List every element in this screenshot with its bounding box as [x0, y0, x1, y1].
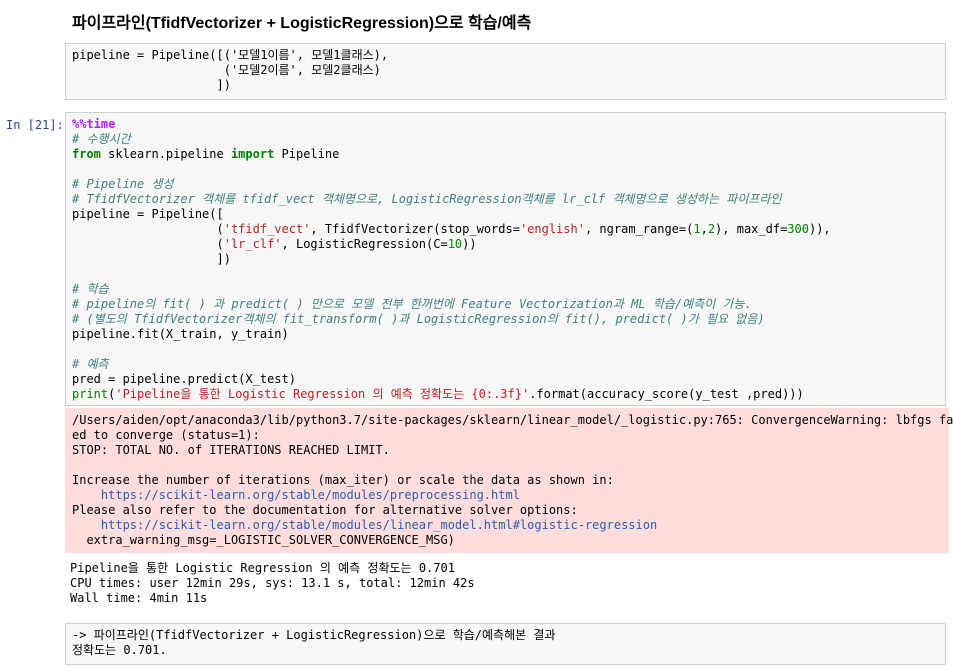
stderr-line: Increase the number of iterations (max_i… — [72, 473, 614, 487]
stderr-line: extra_warning_msg=_LOGISTIC_SOLVER_CONVE… — [72, 533, 455, 547]
code-comment: # (별도의 TfidfVectorizer객체의 fit_transform(… — [72, 312, 765, 326]
stderr-output: /Users/aiden/opt/anaconda3/lib/python3.7… — [65, 408, 953, 553]
code-line: pipeline = Pipeline([ — [72, 207, 224, 221]
code-comment: # pipeline의 fit( ) 과 predict( ) 만으로 모델 전… — [72, 297, 752, 311]
code-fragment: , — [700, 222, 708, 236]
code-fragment: , LogisticRegression(C= — [281, 237, 448, 251]
code-fragment: , TfidfVectorizer(stop_words= — [310, 222, 520, 236]
stderr-line: STOP: TOTAL NO. of ITERATIONS REACHED LI… — [72, 443, 390, 457]
code-comment: # Pipeline 생성 — [72, 177, 174, 191]
stdout-line: Wall time: 4min 11s — [70, 591, 208, 605]
code-comment: # 예측 — [72, 357, 109, 371]
code-cell-input[interactable]: %%time # 수행시간 from sklearn.pipeline impo… — [65, 112, 946, 406]
note-line: 정확도는 0.701. — [72, 643, 167, 657]
cell-prompt: In [21]: — [6, 118, 64, 132]
code-fragment: , ngram_range=( — [584, 222, 694, 236]
code-line: pipeline = Pipeline([('모델1이름', 모델1클래스), — [72, 48, 389, 62]
string-literal: 'Pipeline을 통한 Logistic Regression 의 예측 정… — [115, 387, 530, 401]
code-line: ]) — [72, 78, 231, 92]
note-code-block[interactable]: -> 파이프라인(TfidfVectorizer + LogisticRegre… — [65, 623, 946, 665]
keyword-import: import — [230, 147, 275, 161]
code-comment: # TfidfVectorizer 객체를 tfidf_vect 객체명으로, … — [72, 192, 782, 206]
magic-command: %%time — [72, 117, 116, 131]
code-fragment: .format(accuracy_score(y_test ,pred))) — [529, 387, 804, 401]
number-literal: 10 — [447, 237, 463, 251]
code-line: ('모델2이름', 모델2클래스) — [72, 63, 381, 77]
note-line: -> 파이프라인(TfidfVectorizer + LogisticRegre… — [72, 628, 556, 642]
docs-link-logistic-regression[interactable]: https://scikit-learn.org/stable/modules/… — [101, 518, 657, 532]
string-literal: 'tfidf_vect' — [223, 222, 311, 236]
module-name: sklearn.pipeline — [100, 147, 231, 161]
builtin-print: print — [72, 387, 109, 401]
keyword-from: from — [72, 147, 101, 161]
stdout-output: Pipeline을 통한 Logistic Regression 의 예측 정확… — [70, 561, 475, 606]
code-comment: # 수행시간 — [72, 132, 131, 146]
string-literal: 'lr_clf' — [223, 237, 282, 251]
code-fragment: ( — [72, 237, 224, 251]
stderr-line: ed to converge (status=1): — [72, 428, 260, 442]
code-fragment: )), — [808, 222, 831, 236]
section-heading: 파이프라인(TfidfVectorizer + LogisticRegressi… — [72, 15, 532, 32]
number-literal: 300 — [787, 222, 809, 236]
number-literal: 1 — [693, 222, 701, 236]
string-literal: 'english' — [519, 222, 585, 236]
import-name: Pipeline — [274, 147, 340, 161]
code-fragment: )) — [462, 237, 477, 251]
markdown-code-block[interactable]: pipeline = Pipeline([('모델1이름', 모델1클래스), … — [65, 43, 946, 100]
stdout-line: Pipeline을 통한 Logistic Regression 의 예측 정확… — [70, 561, 455, 575]
number-literal: 2 — [707, 222, 716, 236]
stdout-line: CPU times: user 12min 29s, sys: 13.1 s, … — [70, 576, 475, 590]
code-fragment: ), max_df= — [715, 222, 788, 236]
code-line: ]) — [72, 252, 231, 266]
docs-link-preprocessing[interactable]: https://scikit-learn.org/stable/modules/… — [101, 488, 520, 502]
code-line: pipeline.fit(X_train, y_train) — [72, 327, 289, 341]
stderr-line: Please also refer to the documentation f… — [72, 503, 578, 517]
stderr-line: /Users/aiden/opt/anaconda3/lib/python3.7… — [72, 413, 953, 427]
code-line: pred = pipeline.predict(X_test) — [72, 372, 296, 386]
code-fragment: ( — [72, 222, 224, 236]
code-comment: # 학습 — [72, 282, 109, 296]
